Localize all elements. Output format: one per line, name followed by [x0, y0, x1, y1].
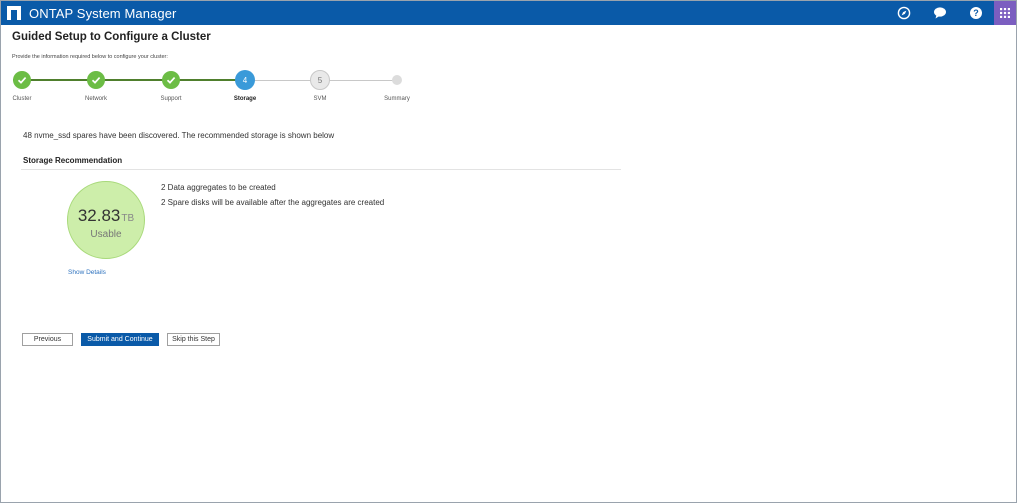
submit-and-continue-button[interactable]: Submit and Continue — [81, 333, 159, 346]
usable-number: 32.83 — [77, 206, 121, 225]
header-actions: ? — [886, 1, 1016, 25]
app-title: ONTAP System Manager — [29, 5, 177, 21]
step-label-svm: SVM — [313, 96, 327, 102]
storage-recommendation-title: Storage Recommendation — [23, 156, 123, 165]
step-support-check-icon — [162, 71, 180, 89]
setup-stepper: 4 5 Cluster Network Support Storage SVM … — [1, 67, 441, 107]
step-cluster-check-icon — [13, 71, 31, 89]
aggregates-info: 2 Data aggregates to be created — [161, 183, 276, 192]
step-label-summary: Summary — [384, 96, 410, 102]
page-subtitle: Provide the information required below t… — [12, 54, 168, 60]
step-network-check-icon — [87, 71, 105, 89]
step-label-support: Support — [160, 96, 182, 102]
svg-text:?: ? — [973, 8, 979, 18]
show-details-link[interactable]: Show Details — [68, 269, 106, 276]
usable-capacity-value: 32.83TB — [68, 206, 144, 226]
discovered-spares-text: 48 nvme_ssd spares have been discovered.… — [23, 131, 335, 140]
step-label-storage: Storage — [233, 96, 257, 102]
step-storage-current: 4 — [235, 70, 255, 90]
apps-grid-icon[interactable] — [994, 1, 1016, 25]
usable-capacity-circle: 32.83TB Usable — [67, 181, 145, 259]
section-divider — [21, 169, 621, 170]
compass-icon[interactable] — [886, 1, 922, 25]
step-label-cluster: Cluster — [12, 96, 32, 102]
usable-label: Usable — [90, 229, 122, 240]
spare-disks-info: 2 Spare disks will be available after th… — [161, 198, 385, 207]
chat-icon[interactable] — [922, 1, 958, 25]
step-label-network: Network — [84, 96, 108, 102]
previous-button[interactable]: Previous — [22, 333, 73, 346]
top-bar: ONTAP System Manager ? — [1, 1, 1016, 25]
netapp-logo-icon — [7, 6, 21, 20]
usable-unit: TB — [121, 213, 135, 224]
help-icon[interactable]: ? — [958, 1, 994, 25]
page-title: Guided Setup to Configure a Cluster — [12, 31, 211, 43]
step-svm-todo: 5 — [310, 70, 330, 90]
stepper-line-done — [13, 79, 245, 81]
step-summary-todo — [392, 75, 402, 85]
skip-step-button[interactable]: Skip this Step — [167, 333, 220, 346]
